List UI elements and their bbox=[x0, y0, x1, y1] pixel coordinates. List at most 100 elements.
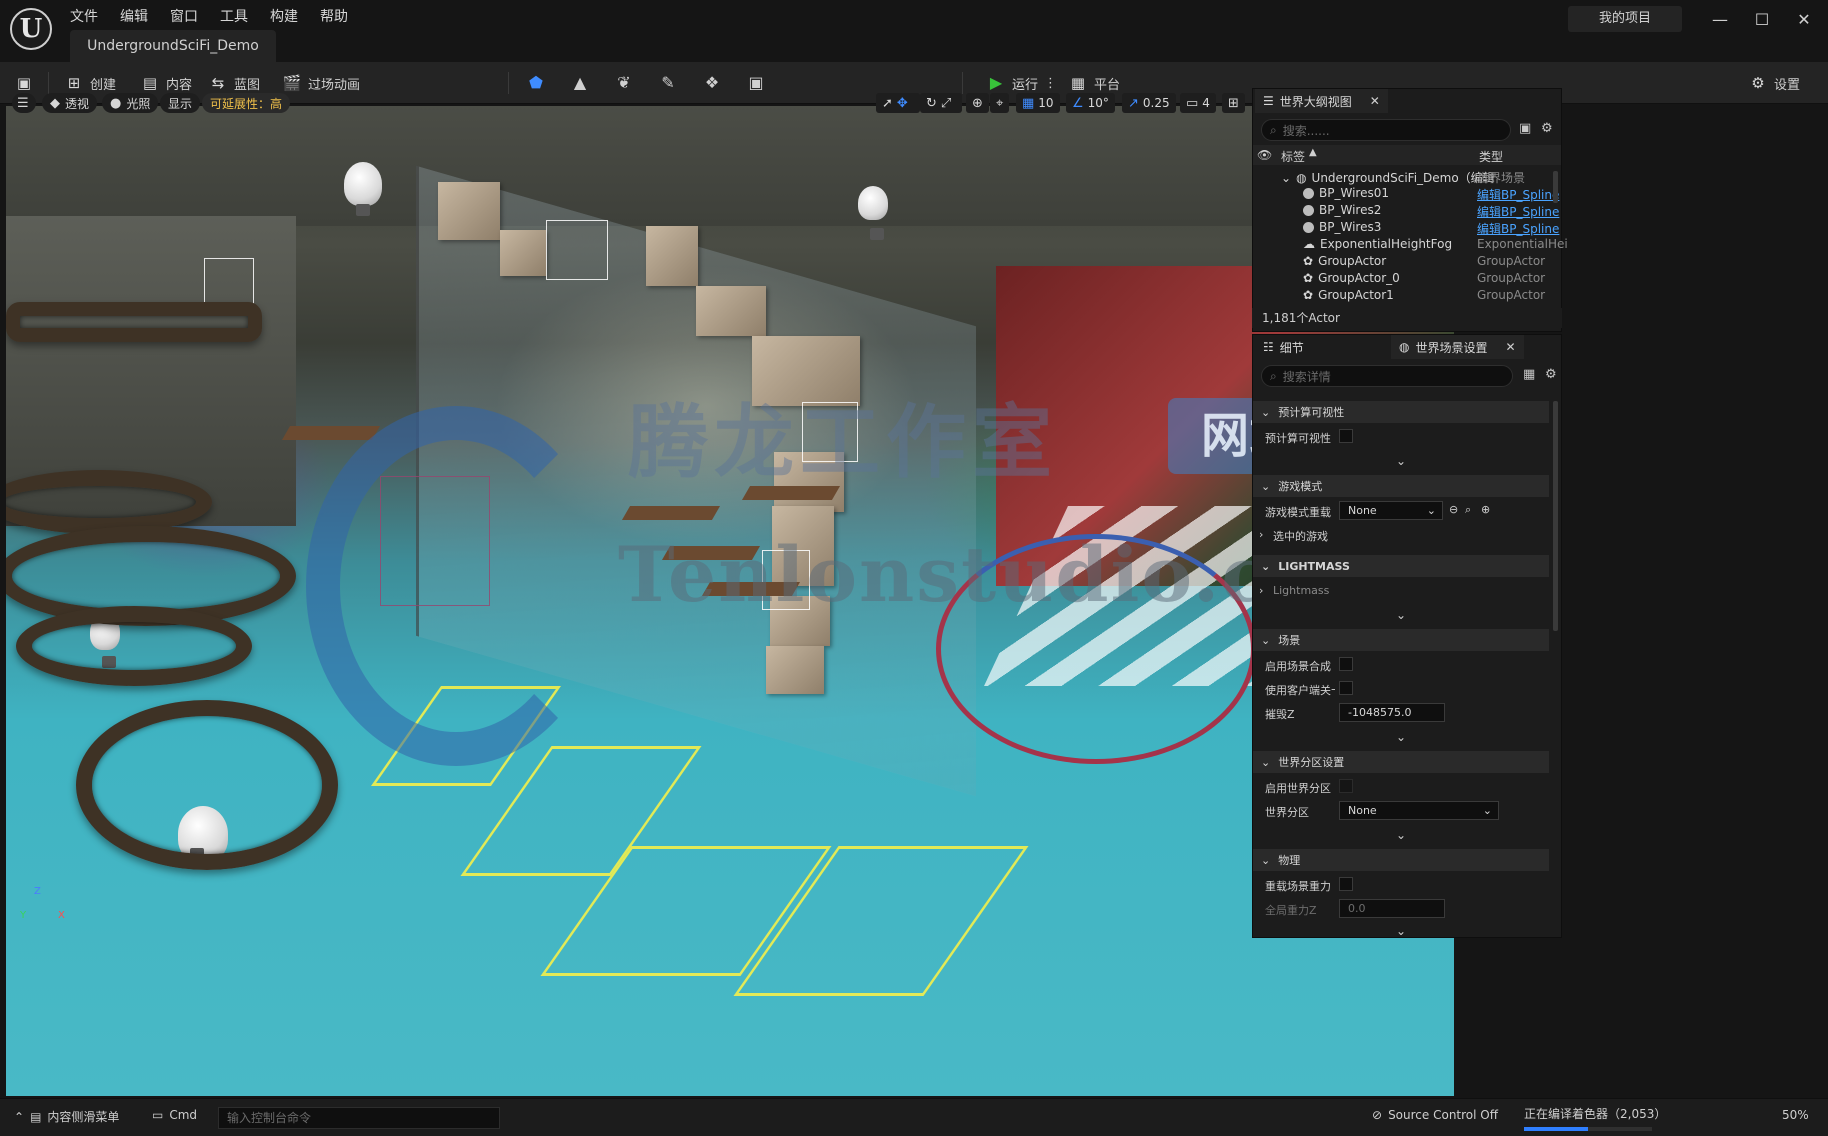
scale-icon[interactable]: ⤢ bbox=[941, 96, 951, 111]
checkbox[interactable] bbox=[1339, 779, 1353, 793]
row-type-link[interactable]: 编辑BP_Spline bbox=[1477, 220, 1559, 237]
maximize-button[interactable]: ☐ bbox=[1744, 8, 1780, 32]
checkbox[interactable] bbox=[1339, 657, 1353, 671]
surface-snap-toggle[interactable]: ⌖ bbox=[990, 93, 1010, 113]
move-icon[interactable]: ✥ bbox=[897, 96, 908, 111]
foliage-mode-icon[interactable]: ❦ bbox=[612, 72, 636, 94]
checkbox[interactable] bbox=[1339, 429, 1353, 443]
outliner-scrollbar[interactable] bbox=[1553, 171, 1558, 203]
visibility-eye-icon[interactable]: 👁 bbox=[1257, 148, 1272, 162]
advanced-expand[interactable]: ⌄ bbox=[1253, 605, 1549, 625]
outliner-row[interactable]: BP_Wires01 编辑BP_Spline bbox=[1253, 186, 1559, 203]
details-search-input[interactable]: ⌕ 搜索详情 bbox=[1261, 365, 1513, 387]
fracture-mode-icon[interactable]: ❖ bbox=[700, 72, 724, 94]
camera-speed-button[interactable]: ▭ 4 bbox=[1180, 93, 1216, 113]
add-folder-icon[interactable]: ▣ bbox=[1519, 121, 1531, 136]
section-game-mode[interactable]: ⌄ 游戏模式 bbox=[1253, 475, 1549, 497]
cmd-label: Cmd bbox=[169, 1108, 198, 1122]
tab-world-outliner[interactable]: ☰ 世界大纲视图 ✕ bbox=[1255, 89, 1388, 113]
cinematics-button[interactable]: 🎬 过场动画 bbox=[282, 70, 360, 96]
advanced-expand[interactable]: ⌄ bbox=[1253, 727, 1549, 747]
close-window-button[interactable]: ✕ bbox=[1786, 8, 1822, 32]
advanced-expand[interactable]: ⌄ bbox=[1253, 921, 1549, 937]
row-type-link[interactable]: 编辑BP_Spline bbox=[1477, 203, 1559, 220]
column-label[interactable]: 标签 bbox=[1281, 148, 1305, 165]
console-input[interactable]: 输入控制台命令 bbox=[218, 1107, 500, 1129]
run-options-icon[interactable]: ⋮ bbox=[1044, 76, 1057, 91]
grid-snap-button[interactable]: ▦ 10 bbox=[1016, 93, 1060, 113]
landscape-mode-icon[interactable]: ▲ bbox=[568, 72, 592, 94]
rotate-icon[interactable]: ↻ bbox=[926, 96, 937, 111]
rotation-snap-button[interactable]: ∠ 10° bbox=[1066, 93, 1115, 113]
project-name-button[interactable]: 我的项目 bbox=[1568, 6, 1682, 32]
gear-icon[interactable]: ⚙ bbox=[1545, 367, 1557, 382]
settings-button[interactable]: ⚙ 设置 bbox=[1748, 70, 1800, 96]
menu-help[interactable]: 帮助 bbox=[320, 6, 348, 26]
row-type-link[interactable]: 编辑BP_Spline bbox=[1477, 186, 1559, 203]
mesh-paint-mode-icon[interactable]: ✎ bbox=[656, 72, 680, 94]
menu-edit[interactable]: 编辑 bbox=[120, 6, 148, 26]
outliner-search-input[interactable]: ⌕ 搜索...... bbox=[1261, 119, 1511, 141]
select-arrow-icon[interactable]: ➚ bbox=[882, 96, 893, 111]
table-view-icon[interactable]: ▦ bbox=[1523, 367, 1535, 382]
rotate-scale-tools[interactable]: ↻ ⤢ bbox=[920, 93, 962, 113]
global-gravity-input[interactable]: 0.0 bbox=[1339, 899, 1445, 918]
close-icon[interactable]: ✕ bbox=[1506, 340, 1516, 354]
outliner-row[interactable]: ⌄ ◍ UndergroundSciFi_Demo（编辑 世界场景 bbox=[1253, 169, 1553, 186]
tab-world-settings[interactable]: ◍ 世界场景设置 ✕ bbox=[1391, 335, 1524, 359]
cmd-button[interactable]: ▭ Cmd bbox=[152, 1108, 197, 1122]
add-icon[interactable]: ⊕ bbox=[1481, 503, 1490, 516]
collapse-arrow-icon[interactable]: ⌄ bbox=[1281, 171, 1291, 185]
viewport-layout-button[interactable]: ⊞ bbox=[1222, 93, 1245, 113]
details-scrollbar[interactable] bbox=[1553, 401, 1558, 631]
world-partition-select[interactable]: None ⌄ bbox=[1339, 801, 1499, 820]
scalability-warning[interactable]: 可延展性：高 bbox=[202, 93, 291, 113]
level-tab[interactable]: UndergroundSciFi_Demo bbox=[70, 30, 276, 62]
view-mode-button[interactable]: ◆ 透视 bbox=[42, 93, 98, 113]
source-control-button[interactable]: ⊘ Source Control Off bbox=[1372, 1108, 1498, 1122]
checkbox[interactable] bbox=[1339, 877, 1353, 891]
browse-back-icon[interactable]: ⊖ bbox=[1449, 503, 1458, 516]
tab-details[interactable]: ☷ 细节 bbox=[1255, 335, 1312, 359]
outliner-row[interactable]: ☁ ExponentialHeightFog ExponentialHei bbox=[1253, 237, 1568, 254]
section-lightmass[interactable]: ⌄ LIGHTMASS bbox=[1253, 555, 1549, 577]
prop-selected-game[interactable]: › 选中的游戏 bbox=[1253, 523, 1549, 547]
unreal-logo-icon[interactable]: U bbox=[10, 8, 52, 50]
modeling-mode-icon[interactable]: ▣ bbox=[744, 72, 768, 94]
advanced-expand[interactable]: ⌄ bbox=[1253, 825, 1549, 845]
gear-icon[interactable]: ⚙ bbox=[1541, 121, 1553, 136]
section-precomputed-visibility[interactable]: ⌄ 预计算可视性 bbox=[1253, 401, 1549, 423]
scale-snap-button[interactable]: ↗ 0.25 bbox=[1122, 93, 1176, 113]
menu-window[interactable]: 窗口 bbox=[170, 6, 198, 26]
prop-label: 游戏模式重载 bbox=[1265, 506, 1331, 519]
transform-tools[interactable]: ➚ ✥ bbox=[876, 93, 920, 113]
outliner-row[interactable]: ✿ GroupActor_0 GroupActor bbox=[1253, 271, 1553, 288]
viewport-menu-button[interactable]: ☰ bbox=[12, 93, 36, 113]
world-local-toggle[interactable]: ⊕ bbox=[966, 93, 989, 113]
section-world-partition[interactable]: ⌄ 世界分区设置 bbox=[1253, 751, 1549, 773]
show-button[interactable]: 显示 bbox=[160, 93, 201, 113]
lighting-button[interactable]: ● 光照 bbox=[102, 93, 159, 113]
section-world[interactable]: ⌄ 场景 bbox=[1253, 629, 1549, 651]
outliner-row[interactable]: ✿ GroupActor GroupActor bbox=[1253, 254, 1553, 271]
menu-tools[interactable]: 工具 bbox=[220, 6, 248, 26]
outliner-row[interactable]: ✿ GroupActor1 GroupActor bbox=[1253, 288, 1553, 305]
menu-build[interactable]: 构建 bbox=[270, 6, 298, 26]
search-icon[interactable]: ⌕ bbox=[1465, 503, 1471, 517]
close-icon[interactable]: ✕ bbox=[1370, 94, 1380, 108]
column-type[interactable]: 类型 bbox=[1479, 148, 1503, 165]
checkbox[interactable] bbox=[1339, 681, 1353, 695]
kill-z-input[interactable]: -1048575.0 bbox=[1339, 703, 1445, 722]
advanced-expand[interactable]: ⌄ bbox=[1253, 451, 1549, 471]
minimize-button[interactable]: — bbox=[1702, 8, 1738, 32]
chevron-down-icon: ⌄ bbox=[1395, 454, 1407, 468]
menu-file[interactable]: 文件 bbox=[70, 6, 98, 26]
prop-lightmass[interactable]: › Lightmass bbox=[1253, 579, 1549, 603]
section-physics[interactable]: ⌄ 物理 bbox=[1253, 849, 1549, 871]
shader-compile-status[interactable]: 正在编译着色器（2,053） bbox=[1524, 1105, 1666, 1122]
select-mode-icon[interactable]: ⬟ bbox=[524, 72, 548, 94]
outliner-row[interactable]: BP_Wires3 编辑BP_Spline bbox=[1253, 220, 1559, 237]
game-mode-select[interactable]: None ⌄ bbox=[1339, 501, 1443, 520]
content-drawer-button[interactable]: ⌃ ▤ 内容侧滑菜单 bbox=[14, 1108, 119, 1125]
outliner-row[interactable]: BP_Wires2 编辑BP_Spline bbox=[1253, 203, 1559, 220]
